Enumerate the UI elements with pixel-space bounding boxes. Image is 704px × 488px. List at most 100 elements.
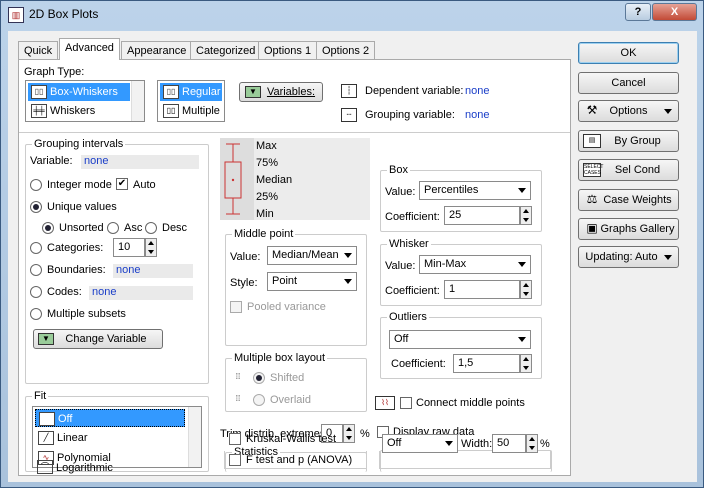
outliers-coef-spinner[interactable] bbox=[520, 354, 532, 373]
app-icon: ▥ bbox=[8, 7, 24, 23]
advanced-tab-panel: Graph Type: ▯▯ Box-Whiskers ╪╪ Whiskers ▯▯… bbox=[18, 59, 571, 476]
box-coef-spinner[interactable] bbox=[520, 206, 532, 225]
whisker-value-select[interactable]: Min-Max bbox=[419, 255, 531, 274]
whisker-coef-spinner[interactable] bbox=[520, 280, 532, 299]
fit-item-off[interactable]: Off bbox=[35, 409, 185, 427]
tab-options-1[interactable]: Options 1 bbox=[258, 41, 318, 59]
mp-style-select[interactable]: Point bbox=[267, 272, 357, 291]
jitter-width-spinner[interactable] bbox=[526, 434, 538, 453]
fit-off-icon bbox=[39, 412, 55, 426]
multiple-icon: ▯▯ bbox=[163, 104, 179, 118]
variables-button-label: Variables: bbox=[266, 86, 316, 98]
graph-type-list[interactable]: ▯▯ Box-Whiskers ╪╪ Whiskers bbox=[25, 80, 145, 122]
outliers-select[interactable]: Off bbox=[389, 330, 531, 349]
preview-75-label: 75% bbox=[256, 157, 279, 169]
updating-button[interactable]: Updating: Auto bbox=[578, 246, 679, 268]
graph-mode-list[interactable]: ▯▯ Regular ▯▯ Multiple bbox=[157, 80, 225, 122]
jitter-width-input[interactable]: 50 bbox=[492, 434, 526, 453]
shifted-radio[interactable] bbox=[253, 372, 265, 384]
variables-button[interactable]: ▼ Variables: bbox=[239, 82, 323, 102]
logarithmic-fit-icon: ⌒ bbox=[37, 460, 53, 474]
list-item-regular[interactable]: ▯▯ Regular bbox=[160, 83, 222, 101]
case-weights-button[interactable]: ⚖ Case Weights bbox=[578, 189, 679, 211]
tab-categorized[interactable]: Categorized bbox=[190, 41, 262, 59]
list-item-multiple[interactable]: ▯▯ Multiple bbox=[160, 102, 222, 120]
close-button[interactable]: X bbox=[652, 3, 697, 21]
box-value-label: Value: bbox=[385, 186, 416, 198]
fit-list[interactable]: Off ╱ Linear ∿ Polynomial bbox=[32, 406, 202, 468]
integer-mode-label: Integer mode bbox=[47, 179, 112, 191]
change-variable-button[interactable]: ▼ Change Variable bbox=[33, 329, 163, 349]
preview-25-label: 25% bbox=[256, 191, 279, 203]
middle-point-title: Middle point bbox=[232, 228, 296, 240]
unsorted-label: Unsorted bbox=[59, 222, 104, 234]
regular-icon: ▯▯ bbox=[163, 85, 179, 99]
preview-max-label: Max bbox=[256, 140, 277, 152]
box-coef-input[interactable]: 25 bbox=[444, 206, 520, 225]
fit-scrollbar[interactable] bbox=[188, 407, 201, 467]
unique-values-radio[interactable] bbox=[30, 201, 42, 213]
jitter-group: Jitter bbox=[380, 444, 552, 472]
preview-min-label: Min bbox=[256, 208, 274, 220]
jitter-width-unit: % bbox=[540, 438, 550, 450]
list-item-box-whiskers[interactable]: ▯▯ Box-Whiskers bbox=[28, 83, 130, 101]
box-plot-preview: Max 75% Median 25% Min bbox=[220, 138, 370, 220]
unsorted-radio[interactable] bbox=[42, 222, 54, 234]
pooled-variance-label: Pooled variance bbox=[247, 301, 326, 313]
categories-label: Categories: bbox=[47, 242, 104, 254]
auto-checkbox[interactable]: ✔ bbox=[116, 178, 128, 190]
trim-unit: % bbox=[360, 428, 370, 440]
overlaid-radio[interactable] bbox=[253, 394, 265, 406]
dependent-variable-icon: ┆ bbox=[341, 84, 357, 98]
mp-value-select[interactable]: Median/Mean bbox=[267, 246, 357, 265]
tab-quick[interactable]: Quick bbox=[18, 41, 59, 59]
asc-radio[interactable] bbox=[107, 222, 119, 234]
by-group-button[interactable]: ▤ By Group bbox=[578, 130, 679, 152]
fit-title: Fit bbox=[32, 390, 49, 402]
box-title: Box bbox=[387, 164, 410, 176]
overlaid-label: Overlaid bbox=[270, 394, 311, 406]
outliers-coef-input[interactable]: 1,5 bbox=[453, 354, 520, 373]
desc-radio[interactable] bbox=[145, 222, 157, 234]
mp-style-label: Style: bbox=[230, 277, 258, 289]
linear-fit-icon: ╱ bbox=[38, 431, 54, 445]
graph-type-scrollbar[interactable] bbox=[131, 81, 144, 121]
kruskal-wallis-checkbox[interactable] bbox=[229, 433, 241, 445]
integer-mode-radio[interactable] bbox=[30, 179, 42, 191]
whisker-coef-input[interactable]: 1 bbox=[444, 280, 520, 299]
whisker-title: Whisker bbox=[387, 238, 431, 250]
tab-appearance[interactable]: Appearance bbox=[121, 41, 193, 59]
categories-input[interactable]: 10 bbox=[113, 238, 145, 257]
box-value-select[interactable]: Percentiles bbox=[419, 181, 531, 200]
codes-value: none bbox=[89, 286, 193, 300]
shifted-label: Shifted bbox=[270, 372, 305, 384]
categories-radio[interactable] bbox=[30, 242, 42, 254]
boundaries-radio[interactable] bbox=[30, 264, 42, 276]
cancel-button[interactable]: Cancel bbox=[578, 72, 679, 94]
ok-button[interactable]: OK bbox=[578, 42, 679, 64]
trim-spinner[interactable] bbox=[343, 424, 355, 443]
preview-median-label: Median bbox=[256, 174, 293, 186]
categories-spinner[interactable] bbox=[145, 238, 157, 257]
tab-options-2[interactable]: Options 2 bbox=[316, 41, 376, 59]
tab-advanced[interactable]: Advanced bbox=[59, 38, 120, 60]
jitter-select[interactable]: Off bbox=[382, 434, 458, 453]
options-button[interactable]: ⚒ Options bbox=[578, 100, 679, 122]
box-plot-diagram bbox=[220, 138, 254, 220]
fit-item-linear[interactable]: ╱ Linear bbox=[35, 429, 185, 447]
graph-type-label: Graph Type: bbox=[24, 66, 85, 78]
boundaries-value: none bbox=[113, 264, 193, 278]
graphs-gallery-button[interactable]: ▣ Graphs Gallery bbox=[578, 218, 679, 240]
list-item-whiskers[interactable]: ╪╪ Whiskers bbox=[28, 102, 130, 120]
pooled-variance-checkbox[interactable] bbox=[230, 301, 242, 313]
multiple-subsets-label: Multiple subsets bbox=[47, 308, 126, 320]
codes-radio[interactable] bbox=[30, 286, 42, 298]
sel-cond-button[interactable]: SELECT CASES Sel Cond bbox=[578, 159, 679, 181]
help-button[interactable]: ? bbox=[625, 3, 651, 21]
outliers-coef-label: Coefficient: bbox=[391, 358, 446, 370]
f-test-checkbox[interactable] bbox=[229, 454, 241, 466]
outliers-title: Outliers bbox=[387, 311, 429, 323]
multiple-subsets-radio[interactable] bbox=[30, 308, 42, 320]
change-variable-label: Change Variable bbox=[65, 333, 147, 345]
connect-middle-points-checkbox[interactable] bbox=[400, 397, 412, 409]
